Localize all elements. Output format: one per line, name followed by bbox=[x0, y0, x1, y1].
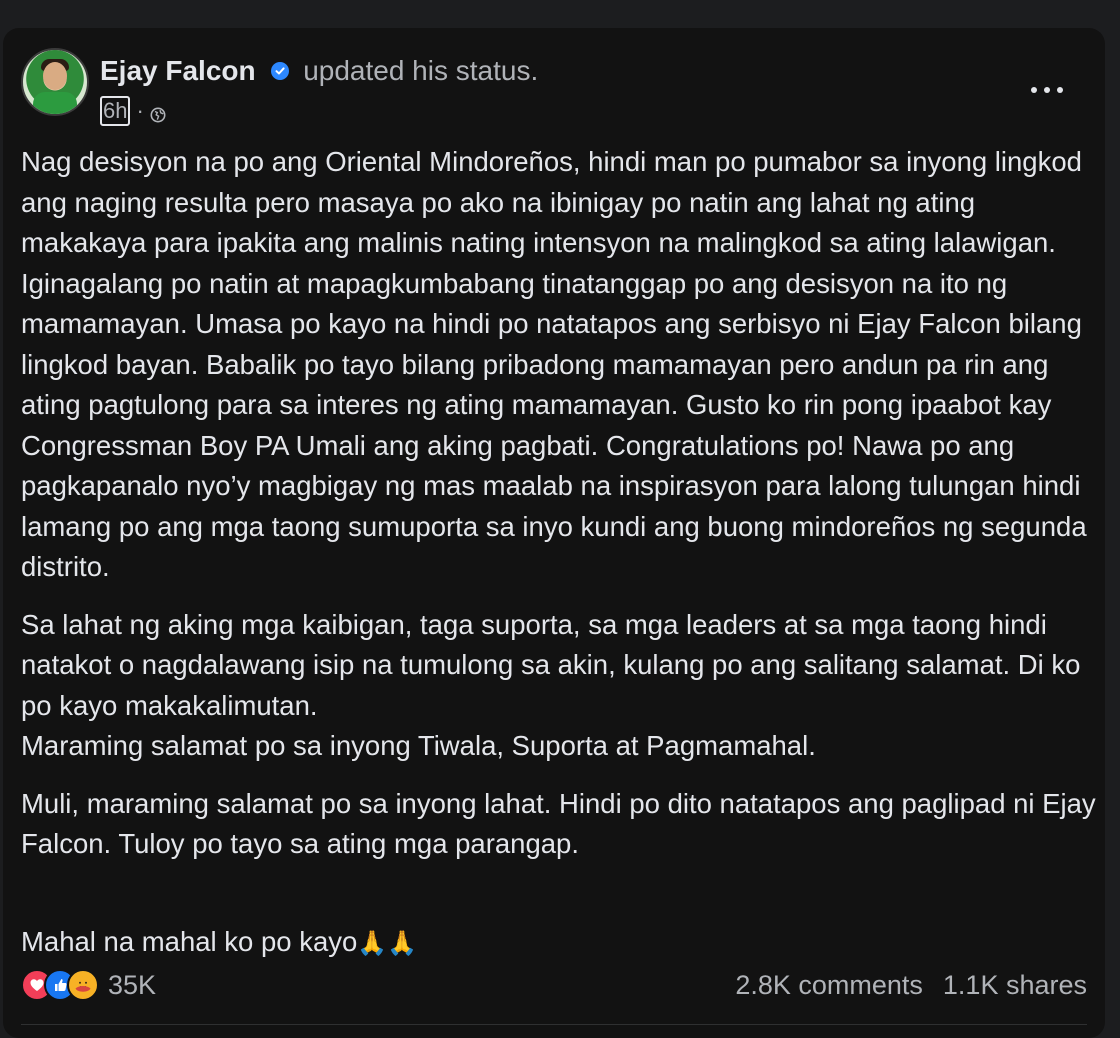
menu-dot bbox=[1044, 87, 1050, 93]
author-avatar[interactable] bbox=[21, 48, 89, 116]
praying-hands-emoji: 🙏🙏 bbox=[357, 930, 418, 957]
post-paragraph: Muli, maraming salamat po sa inyong laha… bbox=[21, 787, 1096, 860]
menu-dot bbox=[1057, 87, 1063, 93]
post-paragraph: Mahal na mahal ko po kayo bbox=[21, 926, 358, 957]
post-time-link[interactable]: 6h bbox=[100, 96, 131, 126]
reaction-summary[interactable]: 35K bbox=[21, 967, 156, 1003]
post-text: Nag desisyon na po ang Oriental Mindoreñ… bbox=[21, 142, 1096, 982]
status-action-text: updated his status. bbox=[303, 55, 539, 86]
engagement-stats: 2.8K comments 1.1K shares bbox=[735, 970, 1087, 1001]
author-line: Ejay Falcon updated his status. bbox=[100, 54, 538, 88]
post-closing-line: Mahal na mahal ko po kayo🙏🙏 bbox=[21, 882, 1096, 965]
verified-badge-icon bbox=[271, 61, 290, 80]
more-options-icon[interactable] bbox=[1031, 80, 1063, 100]
post-footer: 35K 2.8K comments 1.1K shares bbox=[21, 965, 1087, 1005]
post-meta: 6h · bbox=[100, 96, 166, 126]
top-strip bbox=[0, 0, 1120, 10]
meta-separator: · bbox=[136, 98, 144, 123]
author-name[interactable]: Ejay Falcon bbox=[100, 55, 256, 86]
reaction-count: 35K bbox=[108, 969, 157, 1000]
globe-icon bbox=[150, 103, 166, 123]
post-card: Ejay Falcon updated his status. 6h · Nag… bbox=[3, 28, 1105, 1038]
post-header: Ejay Falcon updated his status. 6h · bbox=[21, 48, 1087, 128]
avatar-shirt bbox=[33, 92, 77, 114]
post-paragraph: Nag desisyon na po ang Oriental Mindoreñ… bbox=[21, 146, 1087, 582]
avatar-face bbox=[43, 62, 67, 90]
comments-count-link[interactable]: 2.8K comments bbox=[735, 970, 923, 1001]
shares-count-link[interactable]: 1.1K shares bbox=[943, 970, 1087, 1001]
menu-dot bbox=[1031, 87, 1037, 93]
care-icon bbox=[67, 969, 99, 1001]
post-paragraph: Sa lahat ng aking mga kaibigan, taga sup… bbox=[21, 608, 1081, 762]
footer-divider bbox=[21, 1024, 1087, 1025]
